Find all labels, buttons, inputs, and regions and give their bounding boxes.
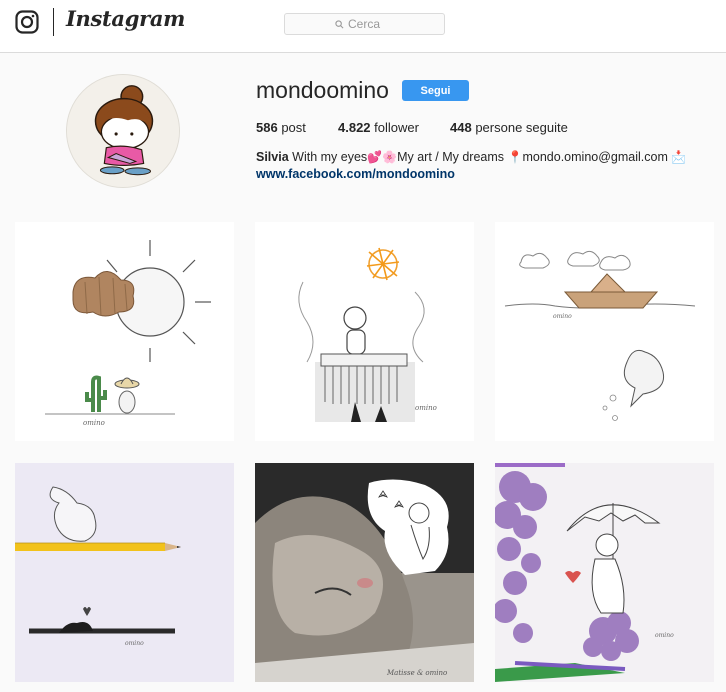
posts-count: 586	[256, 120, 278, 135]
hearts-emoji-icon: 💕	[367, 150, 383, 164]
instagram-logo-icon[interactable]	[15, 10, 39, 34]
post-thumbnail[interactable]: omino	[495, 222, 714, 441]
post-thumbnail[interactable]: omino	[255, 222, 474, 441]
post-caption: Matisse & omino	[386, 669, 447, 677]
bio-text-2: My art / My dreams	[397, 150, 505, 164]
profile-avatar[interactable]	[66, 74, 180, 188]
post-caption: omino	[415, 404, 437, 412]
profile-stats: 586 post 4.822 follower 448 persone segu…	[256, 120, 568, 135]
post-thumbnail[interactable]: omino	[495, 463, 714, 682]
search-icon	[335, 19, 344, 28]
followers-count: 4.822	[338, 120, 371, 135]
post-thumbnail[interactable]: omino	[15, 463, 234, 682]
pin-emoji-icon: 📍	[507, 150, 523, 164]
blossom-emoji-icon: 🌸	[382, 150, 398, 164]
search-input[interactable]	[348, 17, 394, 31]
post-caption: omino	[83, 419, 105, 427]
post-caption: omino	[125, 640, 144, 647]
instagram-wordmark[interactable]: Instagram	[66, 6, 185, 31]
nav-divider	[53, 8, 54, 36]
post-thumbnail[interactable]: Matisse & omino	[255, 463, 474, 682]
following-count: 448	[450, 120, 472, 135]
bio-text-1: With my eyes	[292, 150, 368, 164]
stat-posts: 586 post	[256, 120, 338, 135]
follow-button[interactable]: Segui	[402, 80, 469, 101]
cat-photo-illustration: Matisse & omino	[255, 463, 474, 682]
girl-umbrella-lilacs-illustration: omino	[495, 463, 714, 682]
stat-following[interactable]: 448 persone seguite	[450, 120, 568, 135]
bio-email: mondo.omino@gmail.com	[522, 150, 668, 164]
post-thumbnail[interactable]: omino	[15, 222, 234, 441]
post-caption: omino	[655, 632, 674, 639]
search-box[interactable]	[284, 13, 445, 35]
following-label: persone seguite	[475, 120, 568, 135]
followers-label: follower	[374, 120, 419, 135]
avatar-drawing	[67, 75, 179, 187]
posts-label: post	[281, 120, 306, 135]
stat-followers[interactable]: 4.822 follower	[338, 120, 450, 135]
top-nav: Instagram	[0, 0, 726, 53]
envelope-emoji-icon: 📩	[671, 150, 687, 164]
cat-pencil-illustration: omino	[15, 463, 234, 682]
bio-website-link[interactable]: www.facebook.com/mondoomino	[256, 166, 686, 183]
paper-boat-dolphin-illustration: omino	[495, 222, 714, 441]
bio-name: Silvia	[256, 150, 289, 164]
post-caption: omino	[553, 313, 572, 320]
profile-bio: Silvia With my eyes💕🌸My art / My dreams …	[256, 149, 686, 183]
profile-username: mondoomino	[256, 77, 389, 103]
sun-figure-comb-illustration: omino	[255, 222, 474, 441]
sun-cloud-cactus-illustration: omino	[15, 222, 234, 441]
